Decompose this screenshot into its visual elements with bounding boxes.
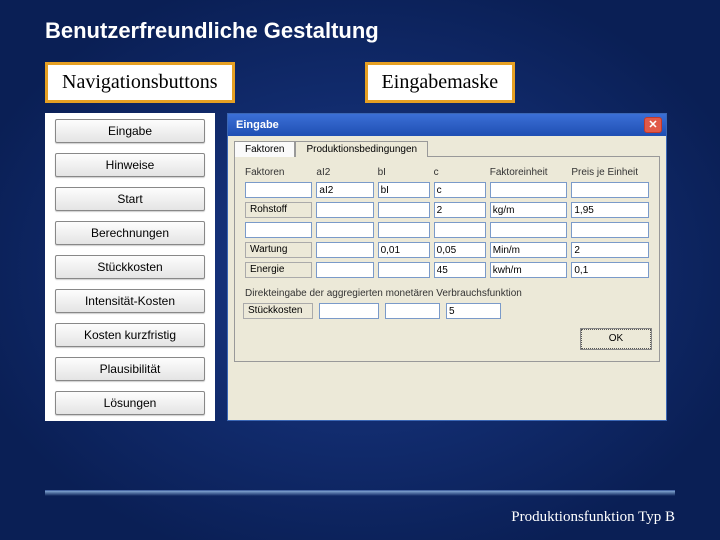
aI2-input[interactable] bbox=[316, 242, 373, 258]
nav-hinweise-button[interactable]: Hinweise bbox=[55, 153, 205, 177]
bI-input[interactable] bbox=[378, 222, 430, 238]
c-input[interactable] bbox=[434, 202, 486, 218]
header-aI2: aI2 bbox=[314, 165, 375, 180]
stueckkosten-b-input[interactable] bbox=[385, 303, 440, 319]
header-bI: bI bbox=[376, 165, 432, 180]
direkteingabe-label: Direkteingabe der aggregierten monetären… bbox=[245, 288, 651, 299]
stueckkosten-c-input[interactable] bbox=[446, 303, 501, 319]
table-row: Rohstoff bbox=[243, 200, 651, 220]
eingabe-dialog: Eingabe ✕ Faktoren Produktionsbedingunge… bbox=[227, 113, 667, 421]
preis-input[interactable] bbox=[571, 242, 649, 258]
table-row: Energie bbox=[243, 260, 651, 280]
label-nav-buttons: Navigationsbuttons bbox=[45, 62, 235, 103]
einheit-input[interactable] bbox=[490, 242, 568, 258]
tab-produktionsbedingungen[interactable]: Produktionsbedingungen bbox=[295, 141, 428, 157]
nav-start-button[interactable]: Start bbox=[55, 187, 205, 211]
nav-loesungen-button[interactable]: Lösungen bbox=[55, 391, 205, 415]
faktor-name-input[interactable] bbox=[245, 182, 312, 198]
dialog-titlebar: Eingabe ✕ bbox=[228, 114, 666, 136]
nav-stueckkosten-button[interactable]: Stückkosten bbox=[55, 255, 205, 279]
dialog-title: Eingabe bbox=[236, 119, 279, 131]
table-header-row: Faktoren aI2 bI c Faktoreinheit Preis je… bbox=[243, 165, 651, 180]
slide-title: Benutzerfreundliche Gestaltung bbox=[45, 18, 675, 44]
bI-input[interactable] bbox=[378, 202, 430, 218]
rohstoff-label: Rohstoff bbox=[245, 202, 312, 218]
label-input-form: Eingabemaske bbox=[365, 62, 516, 103]
preis-input[interactable] bbox=[571, 262, 649, 278]
aI2-input[interactable] bbox=[316, 182, 373, 198]
bI-input[interactable] bbox=[378, 182, 430, 198]
header-faktoren: Faktoren bbox=[243, 165, 314, 180]
aI2-input[interactable] bbox=[316, 202, 373, 218]
preis-input[interactable] bbox=[571, 222, 649, 238]
ok-button[interactable]: OK bbox=[581, 329, 651, 349]
tab-body: Faktoren aI2 bI c Faktoreinheit Preis je… bbox=[234, 156, 660, 362]
tabs-row: Faktoren Produktionsbedingungen bbox=[228, 136, 666, 156]
nav-berechnungen-button[interactable]: Berechnungen bbox=[55, 221, 205, 245]
einheit-input[interactable] bbox=[490, 182, 568, 198]
nav-plausibilitaet-button[interactable]: Plausibilität bbox=[55, 357, 205, 381]
energie-label: Energie bbox=[245, 262, 312, 278]
close-icon[interactable]: ✕ bbox=[644, 117, 662, 133]
einheit-input[interactable] bbox=[490, 262, 568, 278]
tab-faktoren[interactable]: Faktoren bbox=[234, 141, 295, 157]
navigation-panel: Eingabe Hinweise Start Berechnungen Stüc… bbox=[45, 113, 215, 421]
c-input[interactable] bbox=[434, 222, 486, 238]
table-row bbox=[243, 180, 651, 200]
header-einheit: Faktoreinheit bbox=[488, 165, 570, 180]
faktoren-table: Faktoren aI2 bI c Faktoreinheit Preis je… bbox=[243, 165, 651, 280]
stueckkosten-a-input[interactable] bbox=[319, 303, 379, 319]
header-preis: Preis je Einheit bbox=[569, 165, 651, 180]
nav-eingabe-button[interactable]: Eingabe bbox=[55, 119, 205, 143]
preis-input[interactable] bbox=[571, 202, 649, 218]
einheit-input[interactable] bbox=[490, 222, 568, 238]
c-input[interactable] bbox=[434, 242, 486, 258]
einheit-input[interactable] bbox=[490, 202, 568, 218]
footer-text: Produktionsfunktion Typ B bbox=[511, 509, 675, 526]
faktor-name-input[interactable] bbox=[245, 222, 312, 238]
nav-intensitaet-button[interactable]: Intensität-Kosten bbox=[55, 289, 205, 313]
aI2-input[interactable] bbox=[316, 222, 373, 238]
stueckkosten-label: Stückkosten bbox=[243, 303, 313, 319]
bI-input[interactable] bbox=[378, 242, 430, 258]
footer-divider bbox=[45, 490, 675, 496]
table-row bbox=[243, 220, 651, 240]
preis-input[interactable] bbox=[571, 182, 649, 198]
c-input[interactable] bbox=[434, 262, 486, 278]
nav-kosten-kurzfristig-button[interactable]: Kosten kurzfristig bbox=[55, 323, 205, 347]
aI2-input[interactable] bbox=[316, 262, 373, 278]
c-input[interactable] bbox=[434, 182, 486, 198]
bI-input[interactable] bbox=[378, 262, 430, 278]
wartung-label: Wartung bbox=[245, 242, 312, 258]
header-c: c bbox=[432, 165, 488, 180]
table-row: Wartung bbox=[243, 240, 651, 260]
